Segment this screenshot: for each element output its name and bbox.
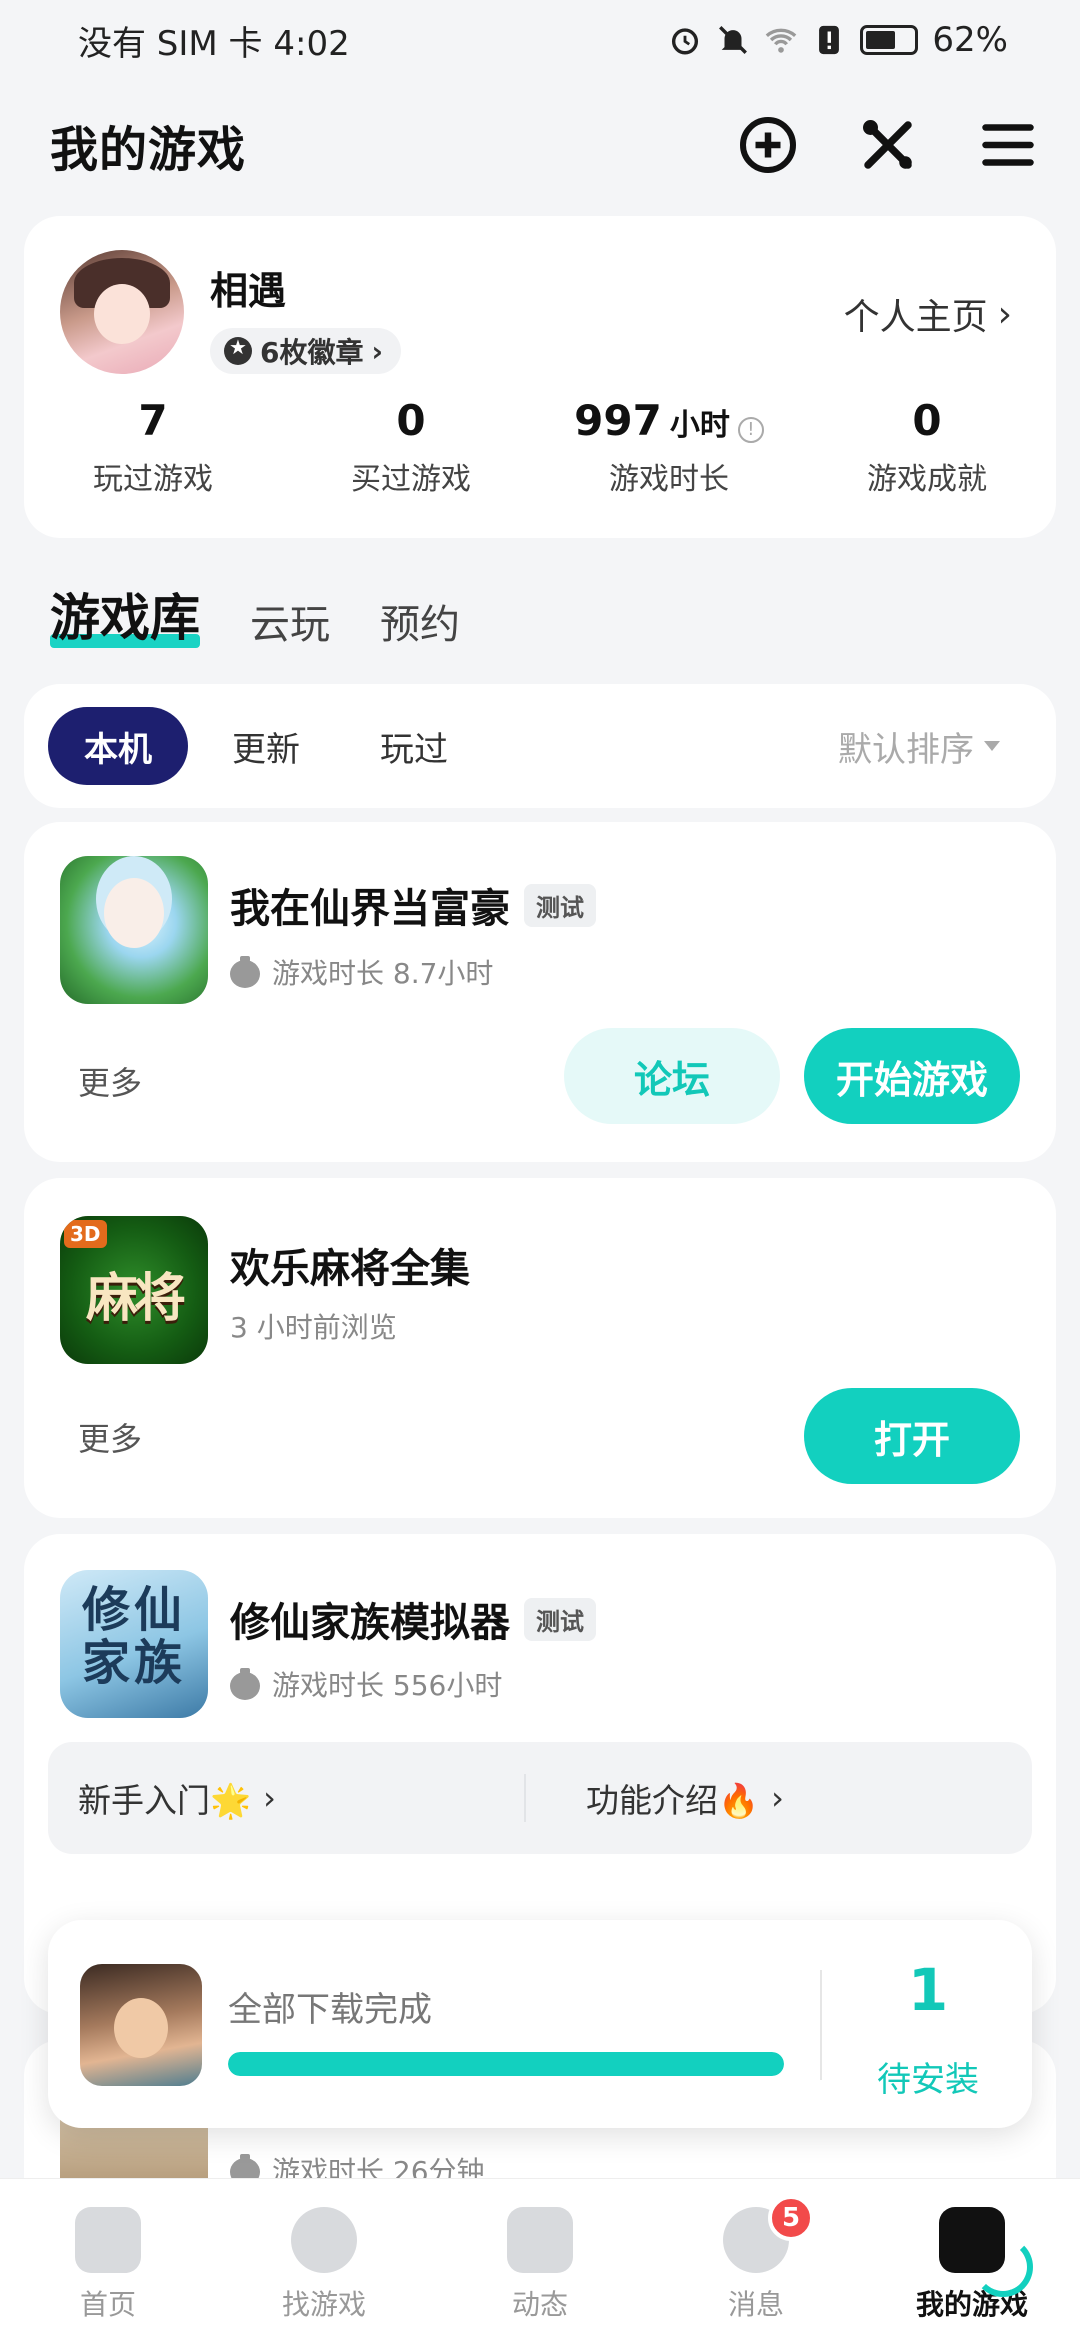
sort-label: 默认排序 <box>838 729 974 770</box>
tab-library[interactable]: 游戏库 <box>50 578 200 650</box>
gamepad-icon <box>939 2207 1033 2297</box>
header: 我的游戏 <box>0 100 1080 190</box>
test-tag: 测试 <box>524 1597 596 1641</box>
profile-stats: 7 玩过游戏 0 买过游戏 997 小时! 游戏时长 0 游戏成就 <box>24 396 1056 498</box>
homepage-link[interactable]: 个人主页 › <box>844 288 1012 340</box>
game-title[interactable]: 修仙家族模拟器 <box>230 1590 510 1648</box>
library-tabs: 游戏库 云玩 预约 <box>50 580 460 650</box>
download-status: 全部下载完成 <box>228 1990 432 2030</box>
feature-intro-link[interactable]: 功能介绍🔥 › <box>524 1774 1032 1822</box>
status-bar: 没有 SIM 卡 4:02 62% <box>0 0 1080 80</box>
wifi-icon <box>766 28 797 53</box>
more-link[interactable]: 更多 <box>78 1058 142 1104</box>
more-link[interactable]: 更多 <box>78 1414 142 1460</box>
menu-icon[interactable] <box>976 113 1040 177</box>
stopwatch-icon <box>230 1668 260 1700</box>
icon-text: 麻将 <box>85 1269 186 1329</box>
nav-my-games[interactable]: 我的游戏 <box>864 2179 1080 2340</box>
game-card: 3D 麻将 欢乐麻将全集 3 小时前浏览 更多 打开 <box>24 1178 1056 1518</box>
nav-home[interactable]: 首页 <box>0 2179 216 2340</box>
planet-icon <box>291 2207 357 2273</box>
game-subtitle: 3 小时前浏览 <box>230 1311 397 1344</box>
username: 相遇 <box>210 269 287 313</box>
game-title[interactable]: 欢乐麻将全集 <box>230 1236 470 1294</box>
badges-label: 6枚徽章 <box>260 336 364 369</box>
home-icon <box>75 2207 141 2273</box>
page-title: 我的游戏 <box>50 122 247 178</box>
nav-messages[interactable]: 5 消息 <box>648 2179 864 2340</box>
chevron-right-icon: › <box>771 1779 784 1817</box>
game-icon[interactable] <box>60 856 208 1004</box>
unread-badge: 5 <box>768 2195 814 2241</box>
stopwatch-icon <box>230 956 260 988</box>
sim-alert-icon <box>819 25 840 55</box>
game-icon[interactable]: 3D 麻将 <box>60 1216 208 1364</box>
alarm-icon <box>672 28 699 55</box>
feed-icon <box>507 2207 573 2273</box>
forum-button[interactable]: 论坛 <box>564 1028 780 1124</box>
stat-playtime[interactable]: 997 小时! 游戏时长 <box>540 396 798 498</box>
download-status-popup[interactable]: 全部下载完成 1 待安装 <box>48 1920 1032 2128</box>
icon-text: 修仙家族 <box>81 1582 186 1691</box>
game-subtitle: 游戏时长 8.7小时 <box>272 957 494 990</box>
medal-icon <box>224 335 252 365</box>
pending-install-count[interactable]: 1 <box>828 1956 1028 2024</box>
bottom-nav: 首页 找游戏 动态 5 消息 我的游戏 <box>0 2178 1080 2340</box>
game-card: 我在仙界当富豪 测试 游戏时长 8.7小时 更多 论坛 开始游戏 <box>24 822 1056 1162</box>
stat-played[interactable]: 7 玩过游戏 <box>24 396 282 498</box>
battery-percent: 62% <box>932 20 1008 60</box>
chevron-right-icon: › <box>263 1779 276 1817</box>
avatar[interactable] <box>60 250 184 374</box>
tools-icon[interactable] <box>856 113 920 177</box>
icon-badge: 3D <box>64 1220 107 1248</box>
nav-find-games[interactable]: 找游戏 <box>216 2179 432 2340</box>
add-circle-icon[interactable] <box>736 113 800 177</box>
profile-card: 相遇 6枚徽章 › 个人主页 › 7 玩过游戏 0 买过游戏 997小时! 游戏… <box>24 216 1056 538</box>
sort-dropdown[interactable]: 默认排序 <box>838 722 1032 771</box>
tab-cloud[interactable]: 云玩 <box>250 592 330 650</box>
game-subtitle: 游戏时长 556小时 <box>272 1669 503 1702</box>
info-icon[interactable]: ! <box>737 417 764 443</box>
chevron-right-icon: › <box>997 293 1012 335</box>
badges-button[interactable]: 6枚徽章 › <box>210 328 402 374</box>
test-tag: 测试 <box>524 883 596 927</box>
start-game-button[interactable]: 开始游戏 <box>804 1028 1020 1124</box>
game-icon[interactable]: 修仙家族 <box>60 1570 208 1718</box>
open-button[interactable]: 打开 <box>804 1388 1020 1484</box>
nav-feed[interactable]: 动态 <box>432 2179 648 2340</box>
download-progress-bar <box>228 2052 784 2076</box>
filter-played[interactable]: 玩过 <box>344 707 484 785</box>
game-title[interactable]: 我在仙界当富豪 <box>230 876 510 934</box>
tab-reserve[interactable]: 预约 <box>380 592 460 650</box>
carrier-time: 没有 SIM 卡 4:02 <box>78 23 350 64</box>
beginner-guide-link[interactable]: 新手入门🌟 › <box>48 1774 524 1822</box>
download-game-icon <box>80 1964 202 2086</box>
quick-links: 新手入门🌟 › 功能介绍🔥 › <box>48 1742 1032 1854</box>
mute-icon <box>719 26 748 54</box>
homepage-label: 个人主页 <box>843 297 988 338</box>
caret-down-icon <box>984 741 1000 751</box>
filter-bar: 本机 更新 玩过 默认排序 <box>24 684 1056 808</box>
filter-local[interactable]: 本机 <box>48 707 188 785</box>
filter-updates[interactable]: 更新 <box>196 707 336 785</box>
pending-install-label[interactable]: 待安装 <box>828 2052 1028 2101</box>
stat-achievements[interactable]: 0 游戏成就 <box>798 396 1056 498</box>
stat-bought[interactable]: 0 买过游戏 <box>282 396 540 498</box>
chevron-right-icon: › <box>371 334 384 368</box>
battery-icon <box>860 25 919 55</box>
